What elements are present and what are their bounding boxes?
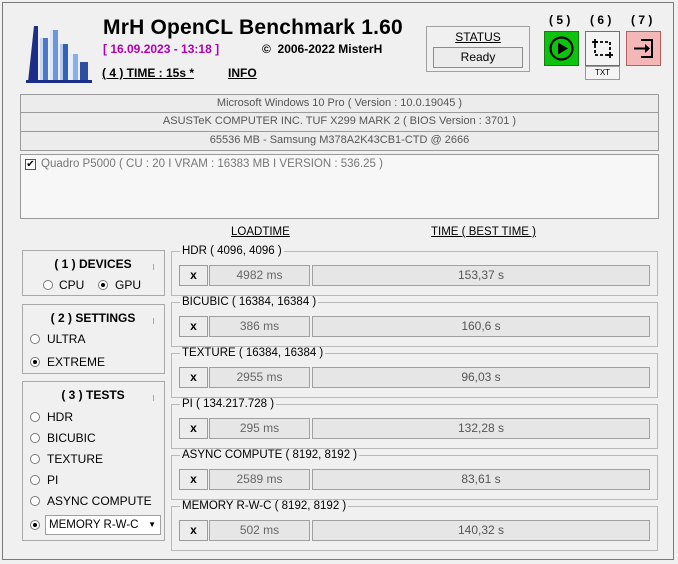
ultra-label: ULTRA (47, 332, 86, 346)
time-column-header[interactable]: TIME ( BEST TIME ) (431, 226, 536, 238)
loadtime-value: 2589 ms (209, 469, 310, 490)
reset-button[interactable]: x (179, 418, 208, 439)
async-compute-radio[interactable] (30, 496, 40, 506)
os-info: Microsoft Windows 10 Pro ( Version : 10.… (20, 94, 659, 113)
settings-title: ( 2 ) SETTINGS (33, 311, 153, 325)
benchmark-pi: PI ( 134.217.728 ) x 295 ms 132,28 s (171, 398, 658, 449)
time-value: 96,03 s (312, 367, 650, 388)
screenshot-button-label: ( 6 ) (590, 13, 612, 27)
time-setting-link[interactable]: ( 4 ) TIME : 15s * (102, 66, 194, 80)
time-value: 160,6 s (312, 316, 650, 337)
gpu-list: ✔ Quadro P5000 ( CU : 20 I VRAM : 16383 … (20, 154, 659, 219)
pi-radio[interactable] (30, 475, 40, 485)
loadtime-value: 386 ms (209, 316, 310, 337)
benchmark-async-compute: ASYNC COMPUTE ( 8192, 8192 ) x 2589 ms 8… (171, 449, 658, 500)
gpu-radio[interactable] (98, 280, 108, 290)
bicubic-radio[interactable] (30, 433, 40, 443)
chevron-down-icon: ▼ (148, 520, 156, 529)
benchmark-title: ASYNC COMPUTE ( 8192, 8192 ) (180, 449, 360, 461)
benchmark-texture: TEXTURE ( 16384, 16384 ) x 2955 ms 96,03… (171, 347, 658, 398)
reset-button[interactable]: x (179, 316, 208, 337)
benchmark-title: BICUBIC ( 16384, 16384 ) (180, 296, 319, 308)
settings-panel: ( 2 ) SETTINGS ULTRA EXTREME (22, 304, 165, 374)
tests-title: ( 3 ) TESTS (33, 388, 153, 402)
app-logo-icon (20, 16, 98, 84)
hdr-label: HDR (47, 410, 73, 424)
gpu-checkbox[interactable]: ✔ (25, 159, 36, 170)
date-time: [ 16.09.2023 - 13:18 ] (103, 42, 220, 56)
loadtime-value: 4982 ms (209, 265, 310, 286)
play-icon (549, 36, 574, 61)
loadtime-value: 502 ms (209, 520, 310, 541)
cpu-radio[interactable] (43, 280, 53, 290)
benchmark-title: MEMORY R-W-C ( 8192, 8192 ) (180, 500, 349, 512)
exit-button[interactable] (626, 31, 661, 66)
screenshot-button[interactable] (585, 31, 620, 66)
status-label: STATUS (455, 30, 501, 44)
loadtime-value: 2955 ms (209, 367, 310, 388)
crop-icon (592, 39, 613, 58)
benchmark-bicubic: BICUBIC ( 16384, 16384 ) x 386 ms 160,6 … (171, 296, 658, 347)
cpu-label: CPU (59, 278, 85, 292)
status-group: STATUS Ready (426, 26, 530, 72)
gpu-info: Quadro P5000 ( CU : 20 I VRAM : 16383 MB… (41, 158, 383, 170)
reset-button[interactable]: x (179, 367, 208, 388)
memory-test-selected: MEMORY R-W-C (49, 519, 139, 531)
status-value: Ready (433, 47, 523, 68)
async-compute-label: ASYNC COMPUTE (47, 494, 152, 508)
time-value: 132,28 s (312, 418, 650, 439)
pi-label: PI (47, 473, 59, 487)
run-button[interactable] (544, 31, 579, 66)
loadtime-column-header[interactable]: LOADTIME (231, 226, 290, 238)
exit-icon (634, 39, 653, 58)
time-value: 153,37 s (312, 265, 650, 286)
extreme-label: EXTREME (47, 355, 106, 369)
reset-button[interactable]: x (179, 520, 208, 541)
copyright-icon: © (262, 42, 271, 56)
time-value: 140,32 s (312, 520, 650, 541)
memory-test-dropdown[interactable]: MEMORY R-W-C ▼ (45, 515, 161, 535)
app-title: MrH OpenCL Benchmark 1.60 (103, 16, 403, 39)
devices-title: ( 1 ) DEVICES (33, 257, 153, 271)
motherboard-info: ASUSTeK COMPUTER INC. TUF X299 MARK 2 ( … (20, 113, 659, 132)
export-txt-button[interactable]: TXT (585, 66, 620, 80)
exit-button-label: ( 7 ) (631, 13, 653, 27)
time-value: 83,61 s (312, 469, 650, 490)
extreme-radio[interactable] (30, 357, 40, 367)
info-link[interactable]: INFO (228, 66, 257, 80)
tests-panel: ( 3 ) TESTS HDR BICUBIC TEXTURE PI ASYNC… (22, 381, 165, 541)
texture-radio[interactable] (30, 454, 40, 464)
reset-button[interactable]: x (179, 469, 208, 490)
benchmark-title: PI ( 134.217.728 ) (180, 398, 277, 410)
ultra-radio[interactable] (30, 334, 40, 344)
bicubic-label: BICUBIC (47, 431, 96, 445)
texture-label: TEXTURE (47, 452, 104, 466)
benchmark-title: HDR ( 4096, 4096 ) (180, 245, 284, 257)
benchmark-title: TEXTURE ( 16384, 16384 ) (180, 347, 326, 359)
gpu-label: GPU (115, 278, 142, 292)
run-button-label: ( 5 ) (549, 13, 571, 27)
memory-info: 65536 MB - Samsung M378A2K43CB1-CTD @ 26… (20, 132, 659, 151)
memory-rwc-radio[interactable] (30, 520, 40, 530)
loadtime-value: 295 ms (209, 418, 310, 439)
hdr-radio[interactable] (30, 412, 40, 422)
benchmark-hdr: HDR ( 4096, 4096 ) x 4982 ms 153,37 s (171, 245, 658, 296)
benchmark-memory-rwc: MEMORY R-W-C ( 8192, 8192 ) x 502 ms 140… (171, 500, 658, 551)
reset-button[interactable]: x (179, 265, 208, 286)
copyright: © 2006-2022 MisterH (262, 42, 383, 56)
devices-panel: ( 1 ) DEVICES CPU GPU (22, 250, 165, 296)
